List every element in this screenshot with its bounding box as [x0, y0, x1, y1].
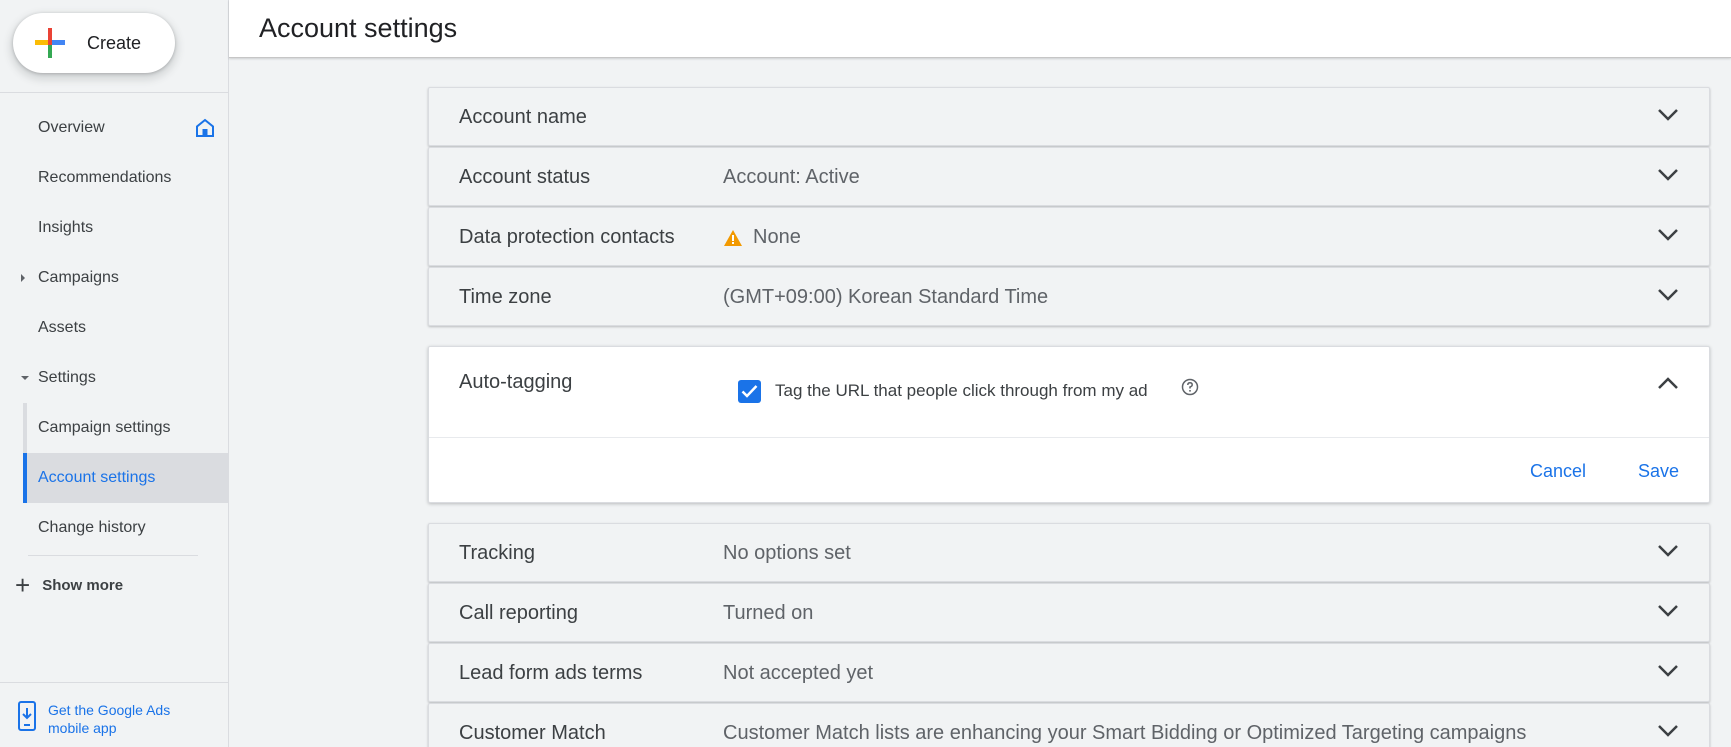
sidebar-item-account-settings[interactable]: Account settings [23, 453, 228, 503]
chevron-down-icon [1658, 229, 1678, 241]
auto-tagging-panel: Auto-tagging Tag the URL that people cli… [428, 346, 1710, 503]
chevron-down-icon [1658, 289, 1678, 301]
setting-row-lead-form-ads-terms[interactable]: Lead form ads terms Not accepted yet [428, 643, 1710, 702]
chevron-up-icon[interactable] [1657, 376, 1679, 390]
chevron-down-icon [1658, 605, 1678, 617]
setting-value: No options set [723, 542, 851, 564]
setting-label: Customer Match [459, 722, 606, 744]
chevron-down-icon [1658, 545, 1678, 557]
chevron-down-icon [1658, 169, 1678, 181]
sidebar-item-label: Campaigns [38, 269, 119, 286]
sidebar-item-insights[interactable]: Insights [0, 203, 228, 253]
sidebar-item-label: Campaign settings [38, 419, 171, 436]
page-header: Account settings [229, 0, 1731, 58]
sidebar-item-settings[interactable]: Settings [0, 353, 228, 403]
sidebar-nav: Overview Recommendations Insights Campai… [0, 103, 228, 614]
setting-label: Time zone [459, 286, 552, 308]
setting-value: Not accepted yet [723, 662, 874, 684]
show-more-label: Show more [42, 576, 124, 594]
setting-value: Turned on [723, 602, 814, 624]
setting-value-wrap: None [723, 226, 801, 249]
help-icon[interactable] [1181, 378, 1199, 396]
chevron-down-icon [1658, 725, 1678, 737]
sidebar: Create Overview Recommendations Insights… [0, 0, 229, 747]
warning-icon [724, 229, 742, 246]
sidebar-item-label: Account settings [38, 469, 156, 486]
chevron-down-icon [1658, 665, 1678, 677]
setting-row-account-name[interactable]: Account name [428, 87, 1710, 146]
sidebar-item-label: Assets [38, 319, 87, 336]
setting-row-customer-match[interactable]: Customer Match Customer Match lists are … [428, 703, 1710, 747]
sidebar-item-label: Settings [38, 369, 96, 386]
setting-label: Data protection contacts [459, 226, 675, 248]
setting-value: (GMT+09:00) Korean Standard Time [723, 286, 1049, 308]
sidebar-item-campaign-settings[interactable]: Campaign settings [23, 403, 228, 453]
settings-panel: Account name Account status Account: Act… [428, 87, 1710, 747]
plus-icon: + [15, 570, 31, 600]
setting-label: Account status [459, 166, 591, 188]
auto-tagging-checkbox[interactable] [738, 380, 761, 403]
setting-row-account-status[interactable]: Account status Account: Active [428, 147, 1710, 206]
setting-label: Call reporting [459, 602, 578, 624]
sidebar-item-label: Insights [38, 219, 94, 236]
setting-label: Account name [459, 106, 587, 128]
sidebar-item-recommendations[interactable]: Recommendations [0, 153, 228, 203]
caret-right-icon [21, 274, 25, 282]
checkbox-label[interactable]: Tag the URL that people click through fr… [775, 381, 1148, 401]
mobile-app-link[interactable]: Get the Google Ads mobile app [0, 682, 228, 747]
sidebar-item-campaigns[interactable]: Campaigns [0, 253, 228, 303]
divider [0, 92, 228, 93]
sidebar-item-assets[interactable]: Assets [0, 303, 228, 353]
setting-row-call-reporting[interactable]: Call reporting Turned on [428, 583, 1710, 642]
setting-label: Auto-tagging [459, 371, 573, 393]
sidebar-item-label: Overview [38, 119, 105, 136]
setting-label: Tracking [459, 542, 535, 564]
sidebar-item-label: Change history [38, 519, 146, 536]
chevron-down-icon [1658, 109, 1678, 121]
sidebar-item-change-history[interactable]: Change history [0, 503, 228, 553]
create-button[interactable]: Create [13, 13, 175, 73]
plus-icon [35, 28, 65, 58]
setting-label: Lead form ads terms [459, 662, 643, 684]
sidebar-item-overview[interactable]: Overview [0, 103, 228, 153]
create-label: Create [87, 32, 142, 53]
setting-value: None [753, 226, 801, 248]
setting-row-data-protection-contacts[interactable]: Data protection contacts None [428, 207, 1710, 266]
mobile-app-text: Get the Google Ads mobile app [48, 702, 171, 736]
setting-value: Customer Match lists are enhancing your … [723, 722, 1527, 744]
mobile-phone-icon [18, 701, 36, 731]
cancel-button[interactable]: Cancel [1530, 461, 1586, 482]
divider [429, 437, 1709, 438]
setting-row-tracking[interactable]: Tracking No options set [428, 523, 1710, 582]
sidebar-item-label: Recommendations [38, 169, 172, 186]
page-title: Account settings [259, 13, 458, 43]
save-button[interactable]: Save [1638, 461, 1679, 482]
home-icon [196, 118, 214, 137]
check-icon [741, 385, 758, 398]
caret-down-icon [21, 376, 29, 380]
setting-value: Account: Active [723, 166, 860, 188]
setting-row-time-zone[interactable]: Time zone (GMT+09:00) Korean Standard Ti… [428, 267, 1710, 326]
show-more-button[interactable]: + Show more [0, 556, 228, 614]
